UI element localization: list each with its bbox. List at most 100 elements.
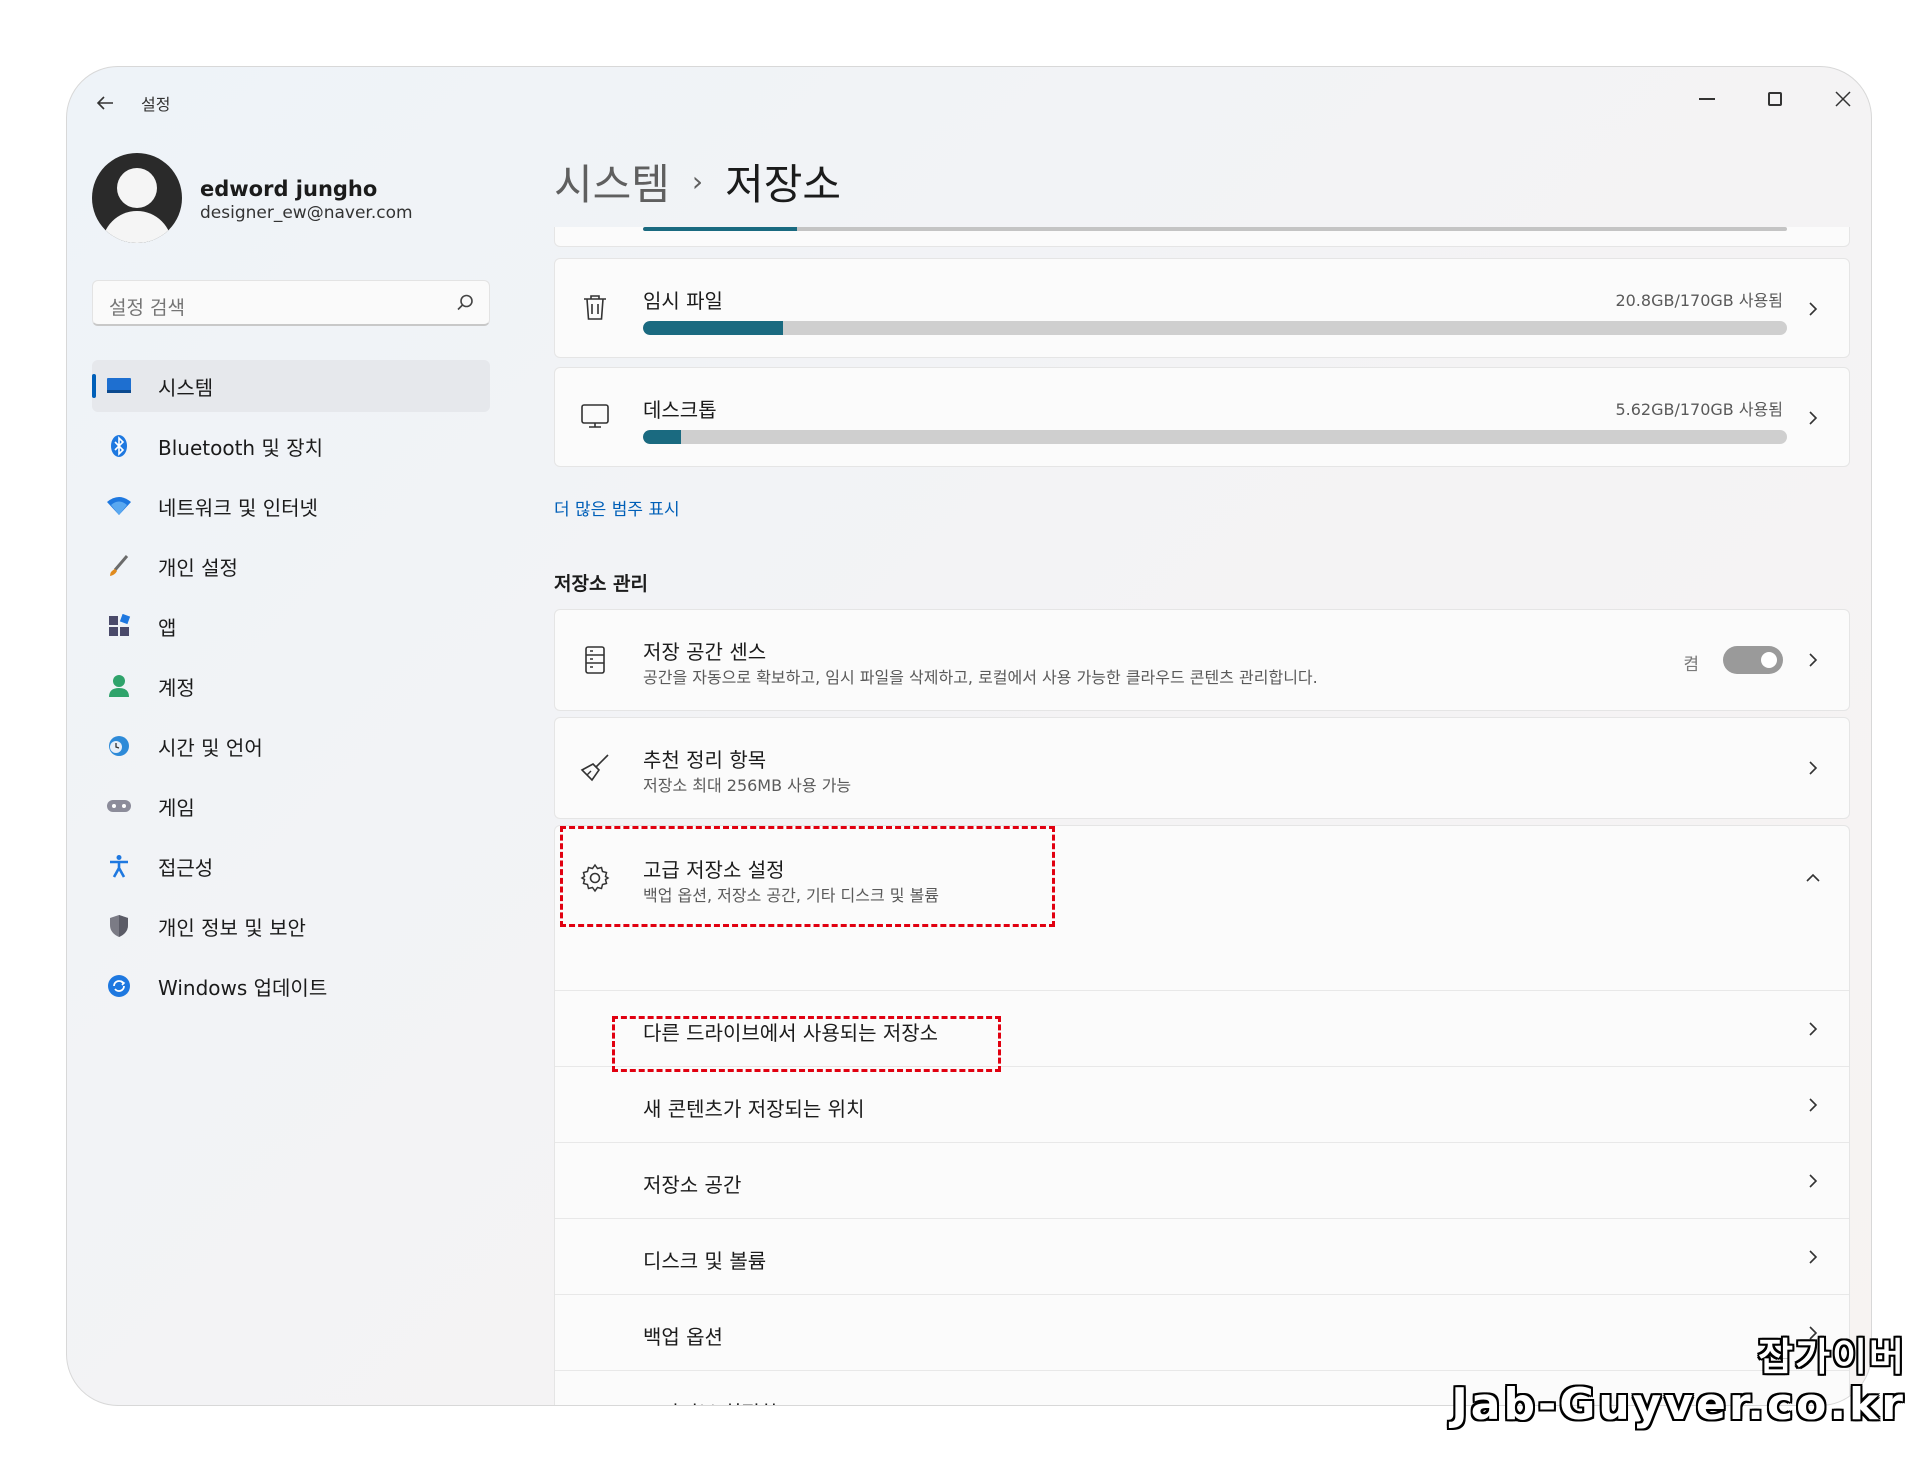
card-title: 추천 정리 항목 (643, 748, 767, 772)
sidebar-item-label: 게임 (158, 795, 195, 820)
close-icon (1835, 91, 1851, 107)
sidebar-item-personalization[interactable]: 개인 설정 (92, 540, 490, 592)
avatar[interactable] (92, 153, 182, 243)
chevron-right-icon (1809, 1022, 1818, 1036)
bluetooth-icon (106, 433, 132, 459)
trash-icon (584, 295, 606, 320)
sidebar-item-apps[interactable]: 앱 (92, 600, 490, 652)
cleanup-recommendations-card[interactable]: 추천 정리 항목 저장소 최대 256MB 사용 가능 (554, 717, 1850, 819)
person-icon (106, 673, 132, 699)
chevron-right-icon (1809, 411, 1818, 425)
chevron-right-icon (1809, 653, 1818, 667)
usage-bar-fill (643, 430, 681, 444)
sidebar-item-time-language[interactable]: 시간 및 언어 (92, 720, 490, 772)
back-button[interactable] (89, 87, 121, 119)
list-item-disks-volumes[interactable]: 디스크 및 볼륨 (555, 1218, 1849, 1294)
shield-icon (106, 913, 132, 939)
storage-sense-card[interactable]: 저장 공간 센스 공간을 자동으로 확보하고, 임시 파일을 삭제하고, 로컬에… (554, 609, 1850, 711)
usage-bar-fill (643, 227, 798, 231)
search-input[interactable]: 설정 검색 (92, 280, 490, 326)
chevron-right-icon (1809, 1250, 1818, 1264)
minimize-icon (1699, 98, 1715, 100)
page-title: 저장소 (725, 160, 842, 209)
monitor-icon (106, 373, 132, 399)
usage-bar-fill (643, 321, 783, 335)
sidebar-item-system[interactable]: 시스템 (92, 360, 490, 412)
card-title: 임시 파일 (643, 289, 723, 313)
minimize-button[interactable] (1679, 77, 1735, 121)
usage-text: 20.8GB/170GB 사용됨 (1615, 291, 1783, 310)
search-placeholder: 설정 검색 (109, 297, 185, 319)
maximize-icon (1768, 92, 1782, 106)
user-name: edword jungho (200, 177, 378, 201)
chevron-right-icon (1809, 1174, 1818, 1188)
breadcrumb-separator: › (691, 165, 704, 198)
gamepad-icon (106, 793, 132, 819)
arrow-left-icon (96, 96, 113, 110)
sidebar-item-label: 계정 (158, 675, 195, 700)
sidebar-item-windows-update[interactable]: Windows 업데이트 (92, 960, 490, 1012)
sidebar-item-label: 개인 설정 (158, 555, 238, 580)
list-item-label: 백업 옵션 (643, 1325, 723, 1349)
usage-bar (643, 227, 1787, 231)
sidebar-item-label: 접근성 (158, 855, 214, 880)
search-icon (457, 294, 473, 311)
highlight-box-new-content-location (612, 1016, 1001, 1072)
show-more-categories-link[interactable]: 더 많은 범주 표시 (554, 495, 680, 520)
settings-window: 설정 edword jungho designer_ew@naver.com 설… (66, 66, 1872, 1406)
chevron-right-icon (1809, 761, 1818, 775)
toggle-state-label: 켬 (1683, 655, 1699, 675)
monitor-outline-icon (581, 404, 609, 428)
app-title: 설정 (141, 95, 171, 114)
section-title: 저장소 관리 (554, 573, 649, 595)
watermark-line-2: Jab-Guyver.co.kr (1451, 1379, 1906, 1430)
sidebar-item-label: 개인 정보 및 보안 (158, 915, 306, 940)
clock-globe-icon (106, 733, 132, 759)
accessibility-icon (106, 853, 132, 879)
storage-drive-icon (585, 646, 605, 674)
card-subtitle: 공간을 자동으로 확보하고, 임시 파일을 삭제하고, 로컬에서 사용 가능한 … (643, 668, 1318, 687)
sidebar-item-bluetooth[interactable]: Bluetooth 및 장치 (92, 420, 490, 472)
broom-icon (580, 754, 609, 782)
sidebar-item-label: 시간 및 언어 (158, 735, 263, 760)
sidebar-item-gaming[interactable]: 게임 (92, 780, 490, 832)
desktop-card[interactable]: 데스크톱 5.62GB/170GB 사용됨 (554, 367, 1850, 467)
storage-card-partial[interactable] (554, 227, 1850, 247)
highlight-box-advanced-settings (560, 826, 1055, 927)
watermark-line-1: 잡가이버 (1758, 1335, 1906, 1379)
user-email: designer_ew@naver.com (200, 203, 413, 223)
sidebar-item-label: Bluetooth 및 장치 (158, 435, 324, 460)
breadcrumb: 시스템 › 저장소 (554, 151, 841, 212)
title-bar: 설정 (67, 67, 1871, 137)
apps-icon (106, 613, 132, 639)
list-item-new-content-location[interactable]: 새 콘텐츠가 저장되는 위치 (555, 1066, 1849, 1142)
watermark: 잡가이버 Jab-Guyver.co.kr (1451, 1326, 1906, 1430)
breadcrumb-parent[interactable]: 시스템 (554, 151, 670, 212)
list-item-label: 디스크 및 볼륨 (643, 1249, 767, 1273)
usage-text: 5.62GB/170GB 사용됨 (1615, 400, 1783, 419)
temp-files-card[interactable]: 임시 파일 20.8GB/170GB 사용됨 (554, 258, 1850, 358)
list-item-storage-spaces[interactable]: 저장소 공간 (555, 1142, 1849, 1218)
sidebar-item-network[interactable]: 네트워크 및 인터넷 (92, 480, 490, 532)
card-title: 데스크톱 (643, 398, 717, 422)
chevron-right-icon (1809, 302, 1818, 316)
sidebar-item-label: 앱 (158, 615, 177, 640)
sidebar-item-privacy[interactable]: 개인 정보 및 보안 (92, 900, 490, 952)
usage-bar (643, 321, 1787, 335)
storage-sense-toggle[interactable] (1723, 646, 1783, 674)
list-item-label: 새 콘텐츠가 저장되는 위치 (643, 1097, 865, 1121)
list-item-label: 드라이브 최적화 (643, 1397, 778, 1405)
sidebar-item-label: Windows 업데이트 (158, 975, 328, 1000)
chevron-right-icon (1809, 1098, 1818, 1112)
wifi-icon (106, 493, 132, 519)
close-button[interactable] (1815, 77, 1871, 121)
sidebar-item-label: 네트워크 및 인터넷 (158, 495, 318, 520)
sidebar-item-label: 시스템 (158, 375, 214, 400)
refresh-icon (106, 973, 132, 999)
sidebar-item-accessibility[interactable]: 접근성 (92, 840, 490, 892)
card-title: 저장 공간 센스 (643, 640, 767, 664)
card-subtitle: 저장소 최대 256MB 사용 가능 (643, 776, 852, 795)
chevron-up-icon (1806, 873, 1820, 882)
maximize-button[interactable] (1747, 77, 1803, 121)
sidebar-item-accounts[interactable]: 계정 (92, 660, 490, 712)
